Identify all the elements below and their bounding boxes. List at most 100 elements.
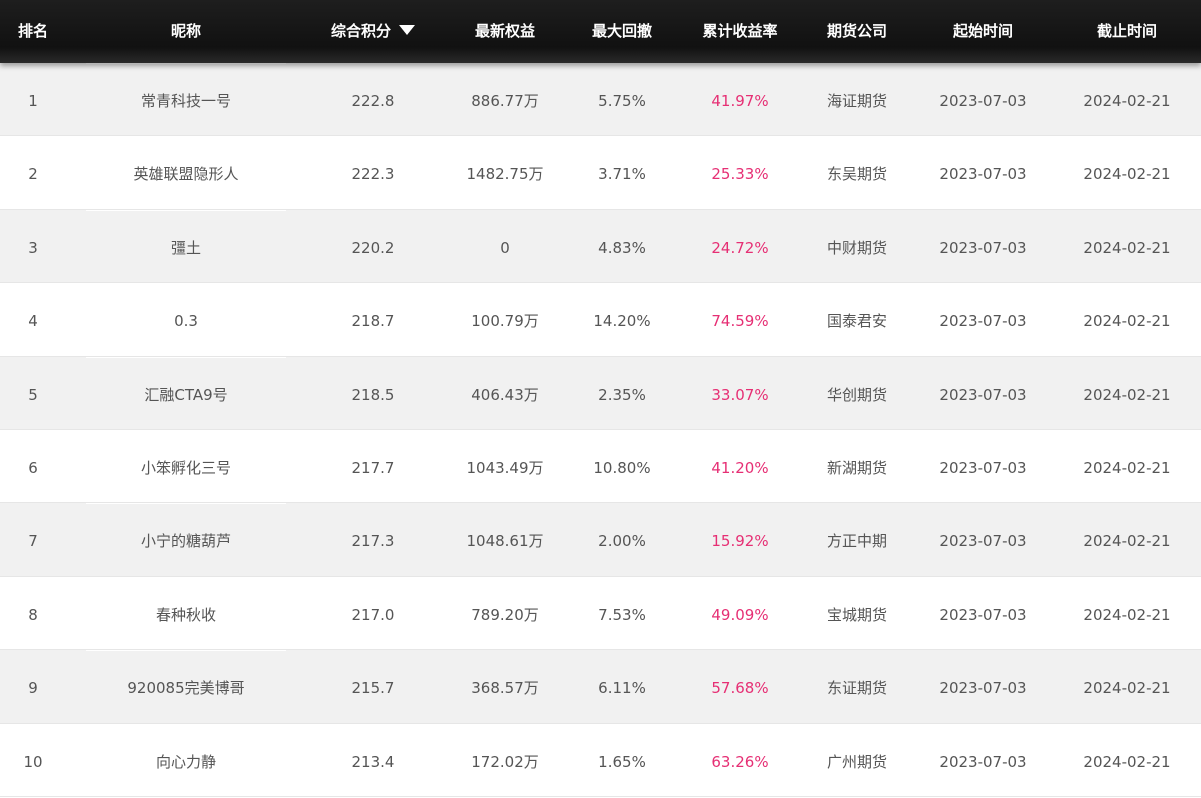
- cell-end-time: 2024-02-21: [1083, 752, 1171, 771]
- cell-rank: 1: [28, 92, 38, 110]
- cell-end-time: 2024-02-21: [1083, 679, 1171, 698]
- cell-return-rate: 74.59%: [711, 312, 769, 331]
- table-row: 1 常青科技一号 222.8 886.77万 5.75% 41.97% 海证期货 2023-0…: [0, 63, 1201, 137]
- header-company: 期货公司: [826, 22, 887, 40]
- cell-nickname: 春种秋收: [155, 605, 216, 624]
- cell-drawdown: 2.00%: [598, 532, 646, 551]
- header-return-rate: 累计收益率: [702, 22, 778, 40]
- cell-equity: 368.57万: [471, 679, 539, 698]
- header-end-time: 截止时间: [1096, 22, 1157, 40]
- cell-score: 215.7: [351, 679, 395, 698]
- cell-equity: 1048.61万: [466, 532, 544, 551]
- table-row: 5 汇融CTA9号 218.5 406.43万 2.35% 33.07% 华创期货 2023-…: [0, 356, 1201, 430]
- cell-drawdown: 3.71%: [598, 165, 646, 184]
- cell-score: 218.7: [351, 312, 395, 331]
- cell-equity: 1482.75万: [466, 165, 544, 184]
- cell-end-time: 2024-02-21: [1083, 92, 1171, 110]
- table-row: 2 英雄联盟隐形人 222.3 1482.75万 3.71% 25.33% 东吴期货 2023…: [0, 136, 1201, 210]
- table-row: 7 小宁的糖葫芦 217.3 1048.61万 2.00% 15.92% 方正中期 2023-…: [0, 503, 1201, 577]
- cell-equity: 789.20万: [471, 605, 539, 624]
- cell-return-rate: 49.09%: [711, 605, 769, 624]
- cell-start-time: 2023-07-03: [939, 605, 1027, 624]
- cell-rank: 4: [28, 312, 38, 331]
- cell-return-rate: 15.92%: [711, 532, 769, 551]
- cell-score: 218.5: [351, 385, 395, 404]
- caret-down-icon[interactable]: [399, 25, 415, 35]
- cell-rank: 8: [28, 605, 38, 624]
- cell-start-time: 2023-07-03: [939, 385, 1027, 404]
- cell-company: 宝城期货: [826, 605, 887, 624]
- cell-nickname: 0.3: [174, 312, 198, 331]
- cell-nickname: 英雄联盟隐形人: [133, 165, 239, 184]
- cell-end-time: 2024-02-21: [1083, 312, 1171, 331]
- table-body: 1 常青科技一号 222.8 886.77万 5.75% 41.97% 海证期货 2023-0…: [0, 63, 1201, 797]
- cell-start-time: 2023-07-03: [939, 312, 1027, 331]
- cell-equity: 1043.49万: [466, 458, 544, 477]
- cell-company: 中财期货: [826, 238, 887, 257]
- header-rank: 排名: [17, 22, 48, 40]
- cell-nickname: 向心力静: [155, 752, 216, 771]
- cell-rank: 7: [28, 532, 38, 551]
- table-header: 排名 昵称 综合积分 最新权益 最大回撤 累计收益率 期货公司 起始时间 截止时…: [0, 0, 1201, 63]
- cell-drawdown: 10.80%: [593, 458, 651, 477]
- cell-drawdown: 14.20%: [593, 312, 651, 331]
- cell-rank: 3: [28, 238, 38, 257]
- cell-nickname: 920085完美博哥: [127, 679, 245, 698]
- cell-start-time: 2023-07-03: [939, 458, 1027, 477]
- cell-start-time: 2023-07-03: [939, 532, 1027, 551]
- cell-rank: 5: [28, 385, 38, 404]
- cell-nickname: 小笨孵化三号: [140, 458, 231, 477]
- header-start-time: 起始时间: [952, 22, 1013, 40]
- header-score-sort[interactable]: 综合积分: [322, 0, 424, 63]
- table-row: 4 0.3 218.7 100.79万 14.20% 74.59% 国泰君安 2023-07-…: [0, 283, 1201, 357]
- table-row: 10 向心力静 213.4 172.02万 1.65% 63.26% 广州期货 2023-07…: [0, 723, 1201, 797]
- table-row: 3 彊土 220.2 0 4.83% 24.72% 中财期货 2023-07-03 2024-0…: [0, 209, 1201, 284]
- cell-rank: 10: [23, 752, 43, 771]
- header-equity: 最新权益: [474, 22, 535, 40]
- cell-company: 东吴期货: [826, 165, 887, 184]
- cell-company: 广州期货: [826, 752, 887, 771]
- cell-end-time: 2024-02-21: [1083, 238, 1171, 257]
- cell-end-time: 2024-02-21: [1083, 605, 1171, 624]
- cell-end-time: 2024-02-21: [1083, 458, 1171, 477]
- cell-drawdown: 6.11%: [598, 679, 646, 698]
- cell-company: 华创期货: [826, 385, 887, 404]
- cell-score: 217.0: [351, 605, 395, 624]
- cell-end-time: 2024-02-21: [1083, 532, 1171, 551]
- cell-rank: 2: [28, 165, 38, 184]
- cell-start-time: 2023-07-03: [939, 679, 1027, 698]
- cell-drawdown: 5.75%: [598, 92, 646, 110]
- cell-end-time: 2024-02-21: [1083, 165, 1171, 184]
- cell-start-time: 2023-07-03: [939, 92, 1027, 110]
- cell-rank: 6: [28, 458, 38, 477]
- cell-return-rate: 24.72%: [711, 238, 769, 257]
- cell-drawdown: 2.35%: [598, 385, 646, 404]
- cell-score: 217.7: [351, 458, 395, 477]
- cell-company: 东证期货: [826, 679, 887, 698]
- cell-drawdown: 7.53%: [598, 605, 646, 624]
- cell-start-time: 2023-07-03: [939, 165, 1027, 184]
- cell-drawdown: 4.83%: [598, 238, 646, 257]
- cell-end-time: 2024-02-21: [1083, 385, 1171, 404]
- cell-company: 方正中期: [826, 532, 887, 551]
- cell-score: 220.2: [351, 238, 395, 257]
- cell-return-rate: 41.20%: [711, 458, 769, 477]
- cell-start-time: 2023-07-03: [939, 752, 1027, 771]
- cell-return-rate: 33.07%: [711, 385, 769, 404]
- cell-equity: 172.02万: [471, 752, 539, 771]
- cell-equity: 0: [500, 238, 510, 257]
- table-row: 8 春种秋收 217.0 789.20万 7.53% 49.09% 宝城期货 2023-07-…: [0, 576, 1201, 651]
- cell-score: 222.3: [351, 165, 395, 184]
- cell-equity: 886.77万: [471, 92, 539, 110]
- header-drawdown: 最大回撤: [591, 22, 652, 40]
- cell-return-rate: 41.97%: [711, 92, 769, 110]
- cell-company: 国泰君安: [826, 312, 887, 331]
- cell-nickname: 汇融CTA9号: [144, 385, 228, 404]
- cell-equity: 406.43万: [471, 385, 539, 404]
- cell-return-rate: 57.68%: [711, 679, 769, 698]
- cell-company: 海证期货: [826, 92, 887, 110]
- cell-nickname: 常青科技一号: [140, 92, 231, 110]
- table-row: 9 920085完美博哥 215.7 368.57万 6.11% 57.68% 东证期货 20…: [0, 650, 1201, 724]
- cell-start-time: 2023-07-03: [939, 238, 1027, 257]
- cell-return-rate: 63.26%: [711, 752, 769, 771]
